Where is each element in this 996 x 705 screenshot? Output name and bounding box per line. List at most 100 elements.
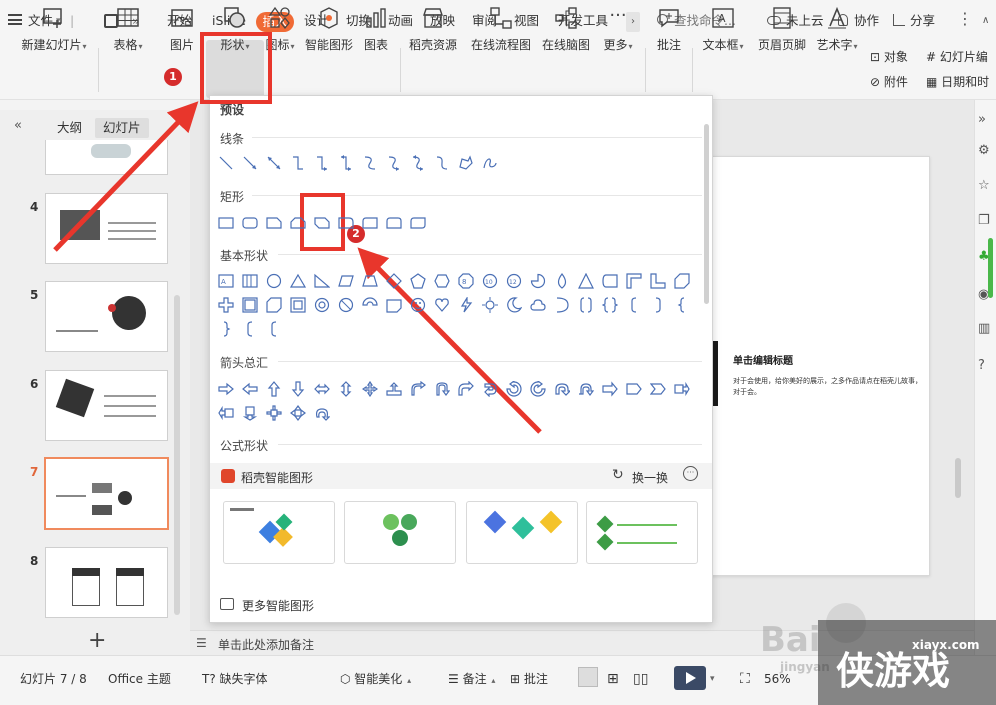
basic-shape-22[interactable] [242,297,258,313]
comments-toggle[interactable]: ⊞ 批注 [510,670,548,688]
reading-view-icon[interactable]: ▯▯ [633,670,648,688]
basic-shape-14[interactable] [530,273,546,289]
slide-thumbnail-4[interactable] [45,193,168,264]
basic-shape-25[interactable] [314,297,330,313]
line-shape-8[interactable] [386,155,402,171]
smart-beautify-button[interactable]: ⬡ 智能美化 ▴ [340,670,411,688]
basic-shape-40[interactable] [674,297,690,313]
basic-shape-16[interactable] [578,273,594,289]
line-shape-9[interactable] [410,155,426,171]
basic-shape-38[interactable] [626,297,642,313]
arrow-shape-11[interactable] [458,381,474,397]
basic-shape-35[interactable] [554,297,570,313]
rect-shape-5[interactable] [314,215,330,231]
basic-shape-9[interactable] [410,273,426,289]
add-slide-icon[interactable]: + [88,630,106,652]
wordart-button[interactable]: 艺术字▾ [812,4,862,56]
refresh-icon[interactable]: ↻ [612,467,624,483]
basic-shape-33[interactable] [506,297,522,313]
basic-shape-28[interactable] [386,297,402,313]
basic-shape-8[interactable] [386,273,402,289]
arrow-shape-19[interactable] [650,381,666,397]
basic-shape-13[interactable]: 12 [506,273,522,289]
arrow-shape-2[interactable] [242,381,258,397]
arrow-shape-17[interactable] [602,381,618,397]
swap-button[interactable]: 换一换 [632,469,668,486]
basic-shape-1[interactable]: A [218,273,234,289]
arrow-shape-8[interactable] [386,381,402,397]
slide-body-text[interactable]: 对于会使用，给你美好的展示，之多作品请点在稻壳儿故事，对于会。 [733,376,923,398]
more-smart-graphics-link[interactable]: 更多智能图形 [242,597,314,614]
arrow-shape-23[interactable] [266,405,282,421]
basic-shape-23[interactable] [266,297,282,313]
basic-shape-26[interactable] [338,297,354,313]
basic-shape-20[interactable] [674,273,690,289]
daoke-resource-button[interactable]: 稻壳资源 [404,4,462,56]
basic-shape-41[interactable] [218,321,234,337]
smartart-button[interactable]: 智能图形 [302,4,356,56]
online-flowchart-button[interactable]: 在线流程图 [468,4,534,56]
collapse-panel-icon[interactable]: « [14,118,22,133]
arrow-shape-7[interactable] [362,381,378,397]
basic-shape-7[interactable] [362,273,378,289]
basic-shape-10[interactable] [434,273,450,289]
slide-title[interactable]: 单击编辑标题 [733,352,793,367]
smart-graphic-card-4[interactable] [586,501,698,564]
rect-shape-6[interactable] [338,215,354,231]
line-shape-2[interactable] [242,155,258,171]
line-shape-3[interactable] [266,155,282,171]
arrow-shape-5[interactable] [314,381,330,397]
arrow-shape-21[interactable] [218,405,234,421]
basic-shape-27[interactable] [362,297,378,313]
basic-shape-21[interactable] [218,297,234,313]
smart-graphic-card-3[interactable] [466,501,578,564]
comment-button[interactable]: 批注 [652,4,686,56]
line-shape-12[interactable] [482,155,498,171]
datetime-button[interactable]: ▦ 日期和时 [926,73,989,91]
basic-shape-17[interactable] [602,273,618,289]
arrow-shape-14[interactable] [530,381,546,397]
rect-shape-4[interactable] [290,215,306,231]
arrow-shape-6[interactable] [338,381,354,397]
properties-icon[interactable]: ⚙ [978,143,994,159]
help-icon[interactable]: ? [978,358,994,374]
basic-shape-43[interactable] [266,321,282,337]
arrow-shape-10[interactable] [434,381,450,397]
arrow-shape-20[interactable] [674,381,690,397]
line-shape-4[interactable] [290,155,306,171]
attachment-button[interactable]: ⊘ 附件 [870,73,908,91]
basic-shape-42[interactable] [242,321,258,337]
share-button[interactable]: 分享 [910,10,935,32]
basic-shape-11[interactable]: 8 [458,273,474,289]
tab-slides[interactable]: 幻灯片 [95,118,149,138]
arrow-shape-1[interactable] [218,381,234,397]
slide-number-button[interactable]: # 幻灯片编 [926,48,988,66]
grid-view-icon[interactable]: ⊞ [607,670,619,688]
dropdown-scrollbar[interactable] [704,124,709,304]
rect-shape-8[interactable] [386,215,402,231]
basic-shape-29[interactable] [410,297,426,313]
arrow-shape-18[interactable] [626,381,642,397]
missing-font-button[interactable]: T? 缺失字体 [202,670,268,688]
basic-shape-36[interactable] [578,297,594,313]
header-footer-button[interactable]: 页眉页脚 [754,4,810,56]
line-shape-1[interactable] [218,155,234,171]
arrow-shape-22[interactable] [242,405,258,421]
collapse-right-panel-icon[interactable]: » [978,112,994,128]
copy-icon[interactable]: ❐ [978,213,994,229]
star-icon[interactable]: ☆ [978,178,994,194]
basic-shape-37[interactable] [602,297,618,313]
basic-shape-34[interactable] [530,297,546,313]
smart-graphic-card-2[interactable] [344,501,456,564]
slide-thumbnail-7[interactable] [44,457,169,530]
basic-shape-18[interactable] [626,273,642,289]
basic-shape-31[interactable] [458,297,474,313]
thumbnail-scrollbar[interactable] [174,295,180,615]
arrow-shape-4[interactable] [290,381,306,397]
more-button[interactable]: ··· 更多▾ [598,4,638,56]
book-icon[interactable]: ▥ [978,321,994,337]
basic-shape-15[interactable] [554,273,570,289]
arrow-shape-15[interactable] [554,381,570,397]
line-shape-6[interactable] [338,155,354,171]
line-shape-10[interactable] [434,155,450,171]
